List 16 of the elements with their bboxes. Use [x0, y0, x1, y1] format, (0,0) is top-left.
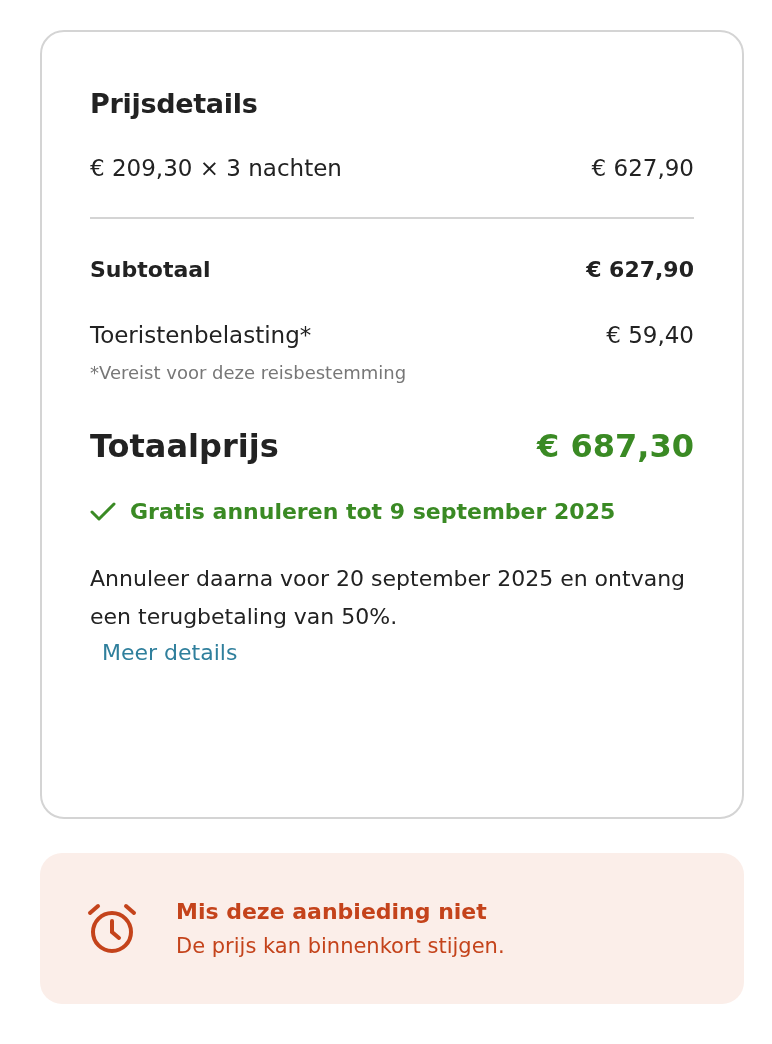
tax-amount: € 59,40 — [606, 322, 694, 348]
nightly-label: € 209,30 × 3 nachten — [90, 155, 342, 181]
alert-title: Mis deze aanbieding niet — [176, 899, 488, 924]
nightly-amount: € 627,90 — [591, 155, 694, 181]
tax-label: Toeristenbelasting* — [90, 322, 312, 348]
alert-message: De prijs kan binnenkort stijgen. — [176, 934, 505, 958]
more-details-link[interactable]: Meer details — [102, 636, 238, 670]
total-label: Totaalprijs — [90, 427, 279, 465]
policy-text: Annuleer daarna voor 20 september 2025 en ontvang een terugbetaling van 50%. — [90, 565, 687, 631]
free-cancellation-text: Gratis annuleren tot 9 september 2025 — [130, 499, 616, 524]
tax-note: *Vereist voor deze reisbestemming — [90, 362, 408, 383]
subtotal-amount: € 627,90 — [586, 257, 694, 282]
check-icon — [90, 500, 116, 523]
card-title: Prijsdetails — [90, 88, 259, 119]
total-amount: € 687,30 — [537, 427, 694, 465]
subtotal-label: Subtotaal — [90, 257, 211, 282]
